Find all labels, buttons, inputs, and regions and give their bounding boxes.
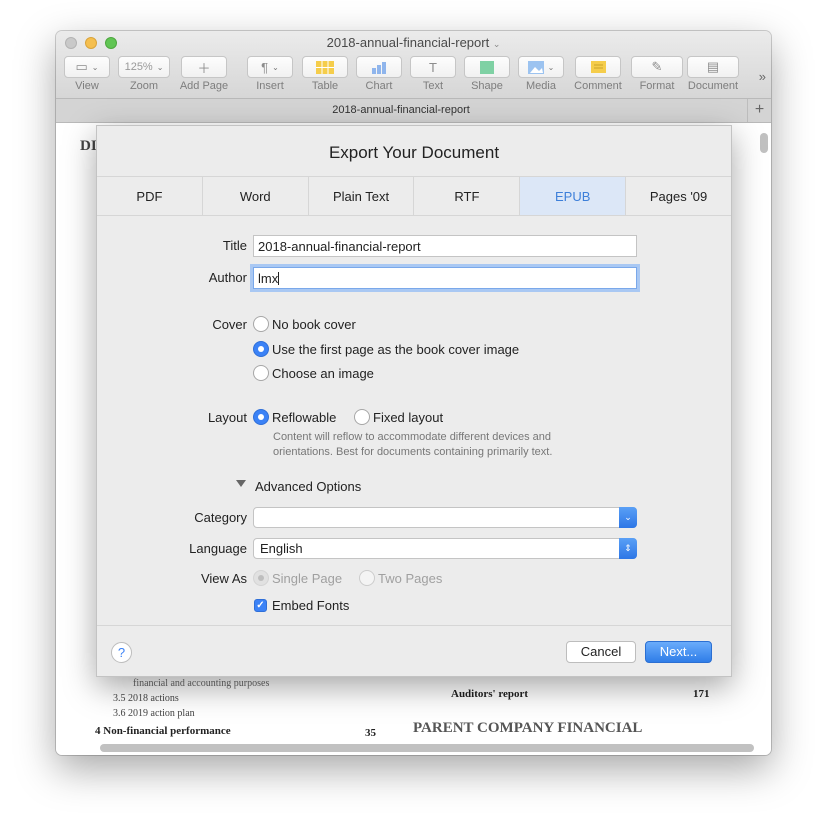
updown-chevron-icon: ⇕ <box>619 538 637 559</box>
toolbar-comment[interactable]: Comment <box>572 56 624 94</box>
vertical-scrollbar[interactable] <box>760 133 768 153</box>
doc-heading-fragment: DI <box>80 138 97 154</box>
radio-first-page-cover[interactable] <box>253 341 269 357</box>
doc-page-number: 171 <box>693 688 710 700</box>
toolbar-add-page[interactable]: ＋ Add Page <box>178 56 230 94</box>
chart-icon <box>356 56 402 78</box>
option-reflowable[interactable]: Reflowable <box>272 410 336 425</box>
tab-pages-09[interactable]: Pages '09 <box>626 177 731 215</box>
chevron-down-icon: ⌄ <box>619 507 637 528</box>
tab-plain-text[interactable]: Plain Text <box>309 177 415 215</box>
toolbar-media[interactable]: ⌄ Media <box>518 56 564 94</box>
brush-icon: ✎ <box>631 56 683 78</box>
toolbar-zoom[interactable]: 125% ⌄ Zoom <box>118 56 170 94</box>
radio-fixed-layout[interactable] <box>354 409 370 425</box>
tab-bar: 2018-annual-financial-report + <box>56 99 771 123</box>
doc-line: 4 Non-financial performance <box>95 725 231 737</box>
pilcrow-icon: ¶ ⌄ <box>247 56 293 78</box>
text-caret <box>278 272 280 285</box>
embed-fonts-checkbox[interactable]: ✓ <box>254 599 267 612</box>
category-label: Category <box>194 510 247 525</box>
author-label: Author <box>208 270 247 285</box>
zoom-value: 125% <box>124 61 153 73</box>
toolbar-chart[interactable]: Chart <box>356 56 402 94</box>
tab-document[interactable]: 2018-annual-financial-report <box>56 104 746 116</box>
tab-rtf[interactable]: RTF <box>414 177 521 215</box>
toolbar-text[interactable]: T Text <box>410 56 456 94</box>
titlebar: 2018-annual-financial-report ⌄ ▭ ⌄ View 1… <box>56 31 771 99</box>
shape-icon <box>464 56 510 78</box>
tab-epub[interactable]: EPUB <box>520 177 627 215</box>
author-field[interactable]: lmx <box>253 267 637 289</box>
radio-no-cover[interactable] <box>253 316 269 332</box>
format-tabs: PDF Word Plain Text RTF EPUB Pages '09 <box>97 176 731 216</box>
radio-single-page[interactable] <box>253 570 269 586</box>
window-title[interactable]: 2018-annual-financial-report ⌄ <box>56 35 771 50</box>
doc-section-heading: PARENT COMPANY FINANCIAL <box>413 720 643 736</box>
cover-label: Cover <box>212 317 247 332</box>
toolbar-document[interactable]: ▤ Document <box>684 56 742 94</box>
doc-line: financial and accounting purposes <box>133 678 270 689</box>
radio-reflowable[interactable] <box>253 409 269 425</box>
next-button[interactable]: Next... <box>645 641 712 663</box>
option-two-pages[interactable]: Two Pages <box>378 571 442 586</box>
chevron-down-icon: ⌄ <box>492 39 501 49</box>
language-value: English <box>260 541 303 556</box>
title-label: Title <box>222 238 247 253</box>
chevron-down-icon: ⌄ <box>156 62 164 72</box>
layout-note: Content will reflow to accommodate diffe… <box>273 431 553 458</box>
disclosure-triangle-icon[interactable] <box>236 480 246 487</box>
table-icon <box>302 56 348 78</box>
help-button[interactable]: ? <box>111 642 132 663</box>
option-no-cover[interactable]: No book cover <box>272 317 356 332</box>
title-field[interactable]: 2018-annual-financial-report <box>253 235 637 257</box>
document-icon: ▤ <box>687 56 739 78</box>
author-value: lmx <box>258 271 279 286</box>
option-single-page[interactable]: Single Page <box>272 571 342 586</box>
doc-line: Auditors' report <box>451 688 529 700</box>
media-icon: ⌄ <box>518 56 564 78</box>
layout-label: Layout <box>207 410 247 425</box>
option-first-page-cover[interactable]: Use the first page as the book cover ima… <box>272 342 519 357</box>
sidebar-icon: ▭ ⌄ <box>64 56 110 78</box>
text-icon: T <box>410 56 456 78</box>
advanced-options-toggle[interactable]: Advanced Options <box>255 479 361 494</box>
language-select[interactable]: English ⇕ <box>253 538 637 559</box>
horizontal-scrollbar[interactable] <box>100 744 754 752</box>
radio-choose-image[interactable] <box>253 365 269 381</box>
comment-icon <box>575 56 621 78</box>
toolbar-format[interactable]: ✎ Format <box>631 56 683 94</box>
divider <box>97 625 731 626</box>
toolbar-shape[interactable]: Shape <box>464 56 510 94</box>
doc-page-number: 35 <box>365 727 376 739</box>
tab-pdf[interactable]: PDF <box>97 177 203 215</box>
doc-line: 3.5 2018 actions <box>113 693 179 704</box>
toolbar-insert[interactable]: ¶ ⌄ Insert <box>247 56 293 94</box>
plus-icon: ＋ <box>181 56 227 78</box>
embed-fonts-label[interactable]: Embed Fonts <box>272 598 349 613</box>
new-tab-plus-icon[interactable]: + <box>747 99 771 122</box>
category-select[interactable]: ⌄ <box>253 507 637 528</box>
language-label: Language <box>189 541 247 556</box>
tab-word[interactable]: Word <box>203 177 309 215</box>
option-fixed-layout[interactable]: Fixed layout <box>373 410 443 425</box>
toolbar-view[interactable]: ▭ ⌄ View <box>64 56 110 94</box>
view-as-label: View As <box>200 571 247 586</box>
option-choose-image[interactable]: Choose an image <box>272 366 374 381</box>
radio-two-pages[interactable] <box>359 570 375 586</box>
cancel-button[interactable]: Cancel <box>566 641 636 663</box>
dialog-title: Export Your Document <box>328 143 500 162</box>
export-dialog: Export Your Document PDF Word Plain Text… <box>96 125 732 677</box>
toolbar-overflow-icon[interactable]: » <box>759 69 766 84</box>
doc-line: 3.6 2019 action plan <box>113 708 195 719</box>
toolbar-table[interactable]: Table <box>302 56 348 94</box>
